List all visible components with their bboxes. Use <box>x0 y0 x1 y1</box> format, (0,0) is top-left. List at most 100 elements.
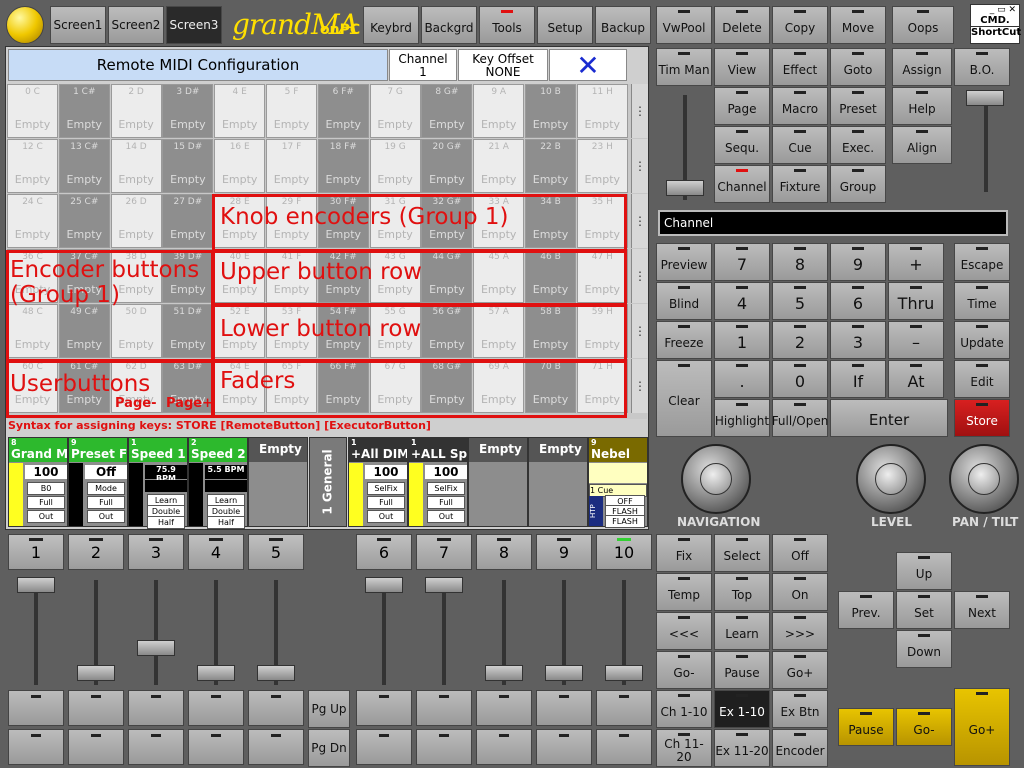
fader-button-top-4[interactable] <box>188 690 244 726</box>
page-up-button[interactable]: Pg Up <box>308 690 350 728</box>
close-icon[interactable]: ✕ <box>549 49 627 82</box>
command-line-input[interactable]: Channel <box>658 210 1008 236</box>
keypad-1-3-button[interactable]: Thru <box>888 282 944 320</box>
key-lr-1-1-button[interactable]: Top <box>714 573 770 611</box>
fader-button-bottom-8[interactable] <box>476 729 532 765</box>
fader-number-5[interactable]: 5 <box>248 534 304 570</box>
key-lr-1-0-button[interactable]: Temp <box>656 573 712 611</box>
executor-button-1[interactable]: Mode <box>87 482 125 495</box>
key-escape-button[interactable]: Escape <box>954 243 1010 281</box>
executor-7[interactable]: 1+ALL Spo 100 SelFixFullOut <box>408 437 468 527</box>
playback-pause-button[interactable]: Pause <box>838 708 894 746</box>
keypad-0-1-button[interactable]: 8 <box>772 243 828 281</box>
midi-key-cell[interactable]: 3 D# Empty <box>162 84 214 138</box>
fader-knob-7[interactable] <box>425 577 463 593</box>
fader-button-bottom-10[interactable] <box>596 729 652 765</box>
page-down-button[interactable]: Pg Dn <box>308 729 350 767</box>
navigation-encoder[interactable] <box>681 444 751 514</box>
key-lr-0-1-button[interactable]: Select <box>714 534 770 572</box>
executor-5[interactable]: Empty <box>248 437 308 527</box>
fader-button-bottom-2[interactable] <box>68 729 124 765</box>
row-more-icon[interactable]: ⋮ <box>631 249 648 303</box>
executor-button-2[interactable]: Full <box>427 496 465 509</box>
tab-screen1[interactable]: Screen1 <box>50 6 106 44</box>
row-more-icon[interactable]: ⋮ <box>631 194 648 248</box>
fader-knob-9[interactable] <box>545 665 583 681</box>
key-lr-5-1-button[interactable]: Ex 11-20 <box>714 729 770 767</box>
key-r1-1-button[interactable]: View <box>714 48 770 86</box>
executor-3[interactable]: 1 Speed 1 75.9 BPM Learn Double Half <box>128 437 188 529</box>
cmd-label[interactable]: CMD. <box>971 15 1019 26</box>
fader-number-1[interactable]: 1 <box>8 534 64 570</box>
keypad-1-0-button[interactable]: 4 <box>714 282 770 320</box>
shortcut-label[interactable]: ShortCut <box>971 26 1021 38</box>
key-offset-selector[interactable]: Key Offset NONE <box>458 49 548 81</box>
executor-button-3[interactable]: Half <box>147 516 185 529</box>
key-freeze-button[interactable]: Freeze <box>656 321 712 359</box>
fader-number-3[interactable]: 3 <box>128 534 184 570</box>
fader-knob-3[interactable] <box>137 640 175 656</box>
nav-next-button[interactable]: Next <box>954 591 1010 629</box>
nav-prev-button[interactable]: Prev. <box>838 591 894 629</box>
key-blind-button[interactable]: Blind <box>656 282 712 320</box>
executor-4[interactable]: 2 Speed 2 5.5 BPM Learn Double Half <box>188 437 248 529</box>
fader-number-10[interactable]: 10 <box>596 534 652 570</box>
fader-button-top-5[interactable] <box>248 690 304 726</box>
midi-key-cell[interactable]: 20 G# Empty <box>421 139 473 193</box>
key-update-button[interactable]: Update <box>954 321 1010 359</box>
key-time-button[interactable]: Time <box>954 282 1010 320</box>
row-more-icon[interactable]: ⋮ <box>631 84 648 138</box>
key-lr-4-1-button[interactable]: Ex 1-10 <box>714 690 770 728</box>
key-r1-4-button[interactable]: Assign <box>892 48 952 86</box>
midi-key-cell[interactable]: 22 B Empty <box>525 139 576 193</box>
executor-button-3[interactable]: Out <box>87 510 125 523</box>
fader-button-top-1[interactable] <box>8 690 64 726</box>
midi-key-cell[interactable]: 5 F Empty <box>266 84 317 138</box>
midi-key-cell[interactable]: 4 E Empty <box>214 84 266 138</box>
keypad-1-1-button[interactable]: 5 <box>772 282 828 320</box>
keypad-0-0-button[interactable]: 7 <box>714 243 770 281</box>
executor-10[interactable]: 9 Nebel 1 Cue HTP OFF FLASH FLASH <box>588 437 648 528</box>
fader-knob-1[interactable] <box>17 577 55 593</box>
key-lr-3-2-button[interactable]: Go+ <box>772 651 828 689</box>
midi-key-cell[interactable]: 17 F Empty <box>266 139 317 193</box>
key-r3-1-button[interactable]: Cue <box>772 126 828 164</box>
key-lr-3-0-button[interactable]: Go- <box>656 651 712 689</box>
fader-button-bottom-4[interactable] <box>188 729 244 765</box>
key-lr-3-1-button[interactable]: Pause <box>714 651 770 689</box>
midi-key-cell[interactable]: 14 D Empty <box>110 139 162 193</box>
fader-button-bottom-1[interactable] <box>8 729 64 765</box>
fader-button-top-6[interactable] <box>356 690 412 726</box>
fader-number-7[interactable]: 7 <box>416 534 472 570</box>
midi-key-cell[interactable]: 7 G Empty <box>369 84 421 138</box>
key-r3-0-button[interactable]: Sequ. <box>714 126 770 164</box>
key-vwpool-button[interactable]: VwPool <box>656 6 712 44</box>
nav-up-button[interactable]: Up <box>896 552 952 590</box>
playback-go-minus-button[interactable]: Go- <box>896 708 952 746</box>
midi-key-cell[interactable]: 18 F# Empty <box>317 139 369 193</box>
key-copy-button[interactable]: Copy <box>772 6 828 44</box>
keypad-2-0-button[interactable]: 1 <box>714 321 770 359</box>
key-lr-4-2-button[interactable]: Ex Btn <box>772 690 828 728</box>
key-preview-button[interactable]: Preview <box>656 243 712 281</box>
key-lr-5-2-button[interactable]: Encoder <box>772 729 828 767</box>
key-r3-3-button[interactable]: Align <box>892 126 952 164</box>
fader-knob-10[interactable] <box>605 665 643 681</box>
executor-button-2[interactable]: Full <box>367 496 405 509</box>
midi-key-cell[interactable]: 0 C Empty <box>7 84 58 138</box>
executor-button-1[interactable]: SelFix <box>367 482 405 495</box>
midi-key-cell[interactable]: 1 C# Empty <box>58 84 110 138</box>
keypad-3-3-button[interactable]: At <box>888 360 944 398</box>
key-move-button[interactable]: Move <box>830 6 886 44</box>
midi-key-cell[interactable]: 2 D Empty <box>110 84 162 138</box>
midi-key-cell[interactable]: 15 D# Empty <box>162 139 214 193</box>
executor-button-2[interactable]: Full <box>27 496 65 509</box>
keypad-2-2-button[interactable]: 3 <box>830 321 886 359</box>
key-lr-5-0-button[interactable]: Ch 11-20 <box>656 729 712 767</box>
executor-button-3[interactable]: FLASH <box>605 515 645 528</box>
nav-down-button[interactable]: Down <box>896 630 952 668</box>
executor-button-1[interactable]: B0 <box>27 482 65 495</box>
fader-button-top-7[interactable] <box>416 690 472 726</box>
fader-number-9[interactable]: 9 <box>536 534 592 570</box>
tab-screen2[interactable]: Screen2 <box>108 6 164 44</box>
